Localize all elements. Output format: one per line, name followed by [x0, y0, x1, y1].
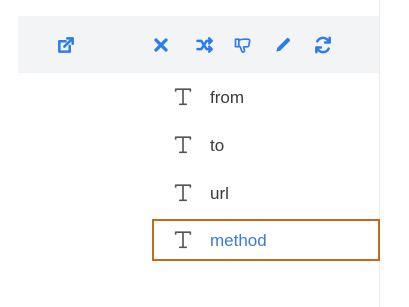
open-external-icon	[58, 37, 74, 53]
open-external-button[interactable]	[55, 34, 77, 56]
field-item-from[interactable]: from	[152, 76, 380, 118]
pencil-icon	[276, 38, 290, 52]
field-item-url[interactable]: url	[152, 172, 380, 214]
edit-field-button[interactable]	[272, 34, 294, 56]
field-label: from	[210, 87, 244, 107]
field-item-to[interactable]: to	[152, 124, 380, 166]
shuffle-button[interactable]	[194, 34, 216, 56]
shuffle-icon	[196, 37, 213, 53]
field-label: url	[210, 183, 229, 203]
field-label: to	[210, 135, 225, 155]
text-type-icon	[171, 228, 195, 252]
text-type-icon	[171, 85, 195, 109]
refresh-icon	[315, 36, 331, 54]
text-type-icon	[171, 181, 195, 205]
field-toolbar	[18, 16, 379, 73]
field-label: method	[210, 230, 267, 250]
field-list: from to url method	[0, 73, 380, 307]
text-type-icon	[171, 133, 195, 157]
dislike-icon	[234, 38, 251, 53]
refresh-button[interactable]	[312, 34, 334, 56]
remove-field-button[interactable]	[150, 34, 172, 56]
close-icon	[154, 38, 168, 52]
dislike-button[interactable]	[232, 34, 254, 56]
field-item-method[interactable]: method	[152, 219, 380, 261]
